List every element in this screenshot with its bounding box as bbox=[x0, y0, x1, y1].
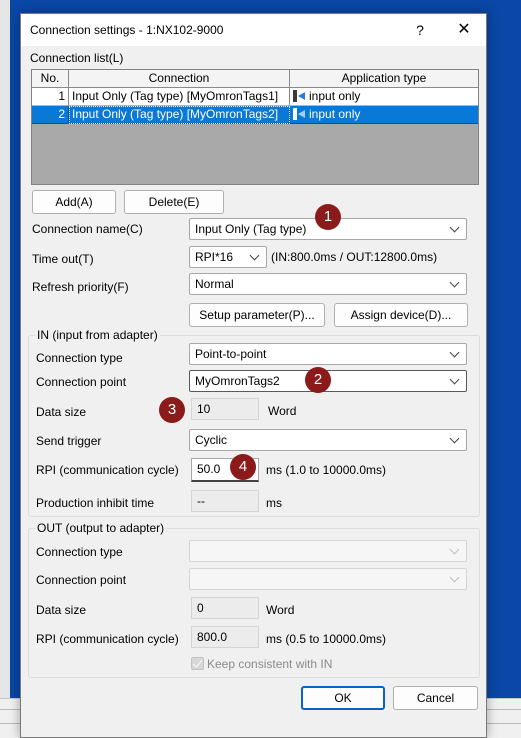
timeout-value: RPI*16 bbox=[195, 250, 234, 264]
row-application-type: input only bbox=[290, 106, 478, 124]
annotation-badge-4: 4 bbox=[230, 454, 256, 480]
add-button[interactable]: Add(A) bbox=[32, 190, 116, 214]
timeout-info: (IN:800.0ms / OUT:12800.0ms) bbox=[271, 250, 438, 264]
connection-name-label: Connection name(C) bbox=[32, 222, 143, 236]
in-connection-type-value: Point-to-point bbox=[195, 347, 267, 361]
in-group-title: IN (input from adapter) bbox=[35, 328, 160, 342]
in-data-size-unit: Word bbox=[268, 404, 297, 418]
chevron-down-icon bbox=[449, 573, 461, 585]
refresh-priority-value: Normal bbox=[195, 277, 234, 291]
chevron-down-icon bbox=[449, 223, 461, 235]
refresh-priority-combo[interactable]: Normal bbox=[189, 273, 467, 295]
out-rpi-label: RPI (communication cycle) bbox=[36, 632, 179, 646]
title-bar: Connection settings - 1:NX102-9000 ? ✕ bbox=[21, 14, 486, 46]
in-send-trigger-label: Send trigger bbox=[36, 434, 102, 448]
chevron-down-icon bbox=[449, 545, 461, 557]
chevron-down-icon bbox=[449, 434, 461, 446]
delete-button[interactable]: Delete(E) bbox=[124, 190, 224, 214]
column-header-application-type[interactable]: Application type bbox=[290, 70, 478, 88]
in-connection-type-combo[interactable]: Point-to-point bbox=[189, 343, 467, 365]
connection-settings-dialog: Connection settings - 1:NX102-9000 ? ✕ C… bbox=[20, 13, 487, 738]
refresh-priority-label: Refresh priority(F) bbox=[32, 280, 129, 294]
row-number: 2 bbox=[32, 106, 69, 124]
chevron-down-icon bbox=[449, 278, 461, 290]
setup-parameter-button[interactable]: Setup parameter(P)... bbox=[189, 303, 325, 327]
annotation-badge-1: 1 bbox=[315, 204, 341, 230]
annotation-badge-2: 2 bbox=[305, 367, 331, 393]
in-send-trigger-combo[interactable]: Cyclic bbox=[189, 429, 467, 451]
connection-list[interactable]: No. Connection Application type 1 Input … bbox=[31, 69, 479, 185]
out-data-size-unit: Word bbox=[266, 603, 295, 617]
in-send-trigger-value: Cyclic bbox=[195, 433, 227, 447]
in-production-inhibit-label: Production inhibit time bbox=[36, 496, 155, 510]
out-data-size-field: 0 bbox=[191, 597, 259, 619]
chevron-down-icon bbox=[449, 348, 461, 360]
chevron-down-icon bbox=[249, 251, 261, 263]
background-window-edge bbox=[0, 0, 10, 738]
annotation-badge-3: 3 bbox=[159, 397, 185, 423]
keep-consistent-label: Keep consistent with IN bbox=[207, 657, 333, 671]
in-data-size-field: 10 bbox=[191, 398, 259, 420]
input-arrow-icon bbox=[293, 108, 307, 120]
cancel-button[interactable]: Cancel bbox=[393, 686, 478, 710]
timeout-combo[interactable]: RPI*16 bbox=[189, 246, 267, 268]
out-group-title: OUT (output to adapter) bbox=[35, 521, 167, 535]
focus-rectangle bbox=[69, 106, 290, 124]
row-application-type: input only bbox=[290, 88, 478, 106]
out-rpi-unit: ms (0.5 to 10000.0ms) bbox=[266, 632, 387, 646]
input-arrow-icon bbox=[293, 90, 307, 102]
connection-name-value: Input Only (Tag type) bbox=[195, 222, 307, 236]
column-header-no[interactable]: No. bbox=[32, 70, 69, 88]
connection-row-2[interactable]: 2 Input Only (Tag type) [MyOmronTags2] i… bbox=[32, 106, 478, 124]
dialog-title: Connection settings - 1:NX102-9000 bbox=[30, 23, 224, 37]
timeout-label: Time out(T) bbox=[32, 252, 94, 266]
connection-list-label: Connection list(L) bbox=[30, 51, 124, 65]
row-application-type-label: input only bbox=[309, 107, 361, 121]
out-connection-type-label: Connection type bbox=[36, 545, 123, 559]
keep-consistent-checkbox[interactable] bbox=[191, 657, 204, 670]
assign-device-button[interactable]: Assign device(D)... bbox=[334, 303, 468, 327]
out-connection-type-combo[interactable] bbox=[189, 540, 467, 562]
in-rpi-label: RPI (communication cycle) bbox=[36, 463, 179, 477]
chevron-down-icon bbox=[449, 375, 461, 387]
connection-row-1[interactable]: 1 Input Only (Tag type) [MyOmronTags1] i… bbox=[32, 88, 478, 106]
column-header-connection[interactable]: Connection bbox=[69, 70, 290, 88]
in-production-inhibit-unit: ms bbox=[266, 496, 282, 510]
in-connection-type-label: Connection type bbox=[36, 351, 123, 365]
out-connection-point-label: Connection point bbox=[36, 573, 127, 587]
in-connection-point-label: Connection point bbox=[36, 375, 127, 389]
row-number: 1 bbox=[32, 88, 69, 106]
out-connection-point-combo[interactable] bbox=[189, 568, 467, 590]
close-icon[interactable]: ✕ bbox=[449, 19, 479, 41]
ok-button[interactable]: OK bbox=[301, 686, 385, 710]
row-connection: Input Only (Tag type) [MyOmronTags1] bbox=[69, 88, 290, 106]
help-icon[interactable]: ? bbox=[405, 19, 435, 41]
in-connection-point-value: MyOmronTags2 bbox=[195, 374, 280, 388]
in-data-size-label: Data size bbox=[36, 405, 87, 419]
out-rpi-field: 800.0 bbox=[191, 626, 259, 648]
in-rpi-unit: ms (1.0 to 10000.0ms) bbox=[266, 463, 387, 477]
out-data-size-label: Data size bbox=[36, 603, 87, 617]
row-application-type-label: input only bbox=[309, 89, 361, 103]
in-production-inhibit-field: -- bbox=[191, 490, 259, 512]
